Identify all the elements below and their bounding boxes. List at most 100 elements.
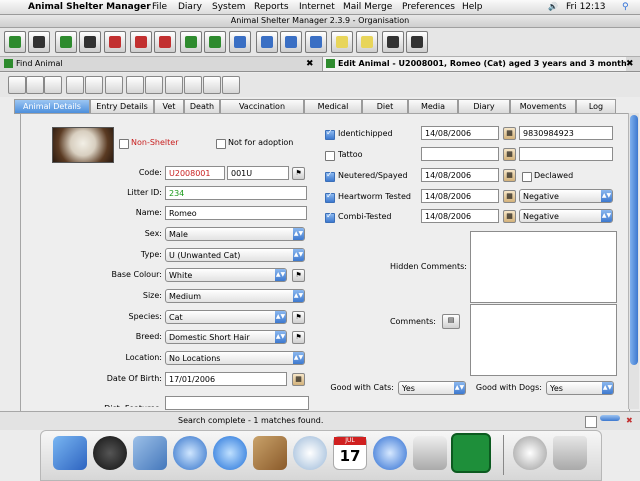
video-icon[interactable] bbox=[203, 76, 221, 94]
tab-log[interactable]: Log bbox=[576, 99, 616, 114]
animal-shelter-app-icon[interactable] bbox=[451, 433, 491, 473]
comments-template-icon[interactable]: ▤ bbox=[442, 314, 460, 329]
menu-system[interactable]: System bbox=[212, 1, 246, 13]
diary-icon[interactable] bbox=[406, 31, 428, 53]
heartworm-calendar-icon[interactable]: ▦ bbox=[503, 190, 516, 203]
tab-diary[interactable]: Diary bbox=[458, 99, 510, 114]
clone-icon[interactable] bbox=[44, 76, 62, 94]
heartworm-result-select[interactable]: Negative ▲▼ bbox=[519, 189, 613, 203]
itunes-icon[interactable] bbox=[293, 436, 327, 470]
tab-death[interactable]: Death bbox=[184, 99, 220, 114]
scrollbar-thumb[interactable] bbox=[630, 115, 638, 365]
new-owner-icon[interactable] bbox=[55, 31, 77, 53]
lost-found-icon[interactable] bbox=[104, 31, 126, 53]
tattoo-date[interactable] bbox=[421, 147, 499, 161]
heartworm-checkbox[interactable] bbox=[325, 191, 335, 203]
species-lookup-icon[interactable]: ⚑ bbox=[292, 311, 305, 324]
base-colour-select[interactable]: White ▲▼ bbox=[165, 268, 287, 282]
print-icon[interactable] bbox=[331, 31, 353, 53]
tab-animal-details[interactable]: Animal Details bbox=[14, 99, 90, 114]
diary-tasks-icon[interactable] bbox=[382, 31, 404, 53]
identichipped-calendar-icon[interactable]: ▦ bbox=[503, 127, 516, 140]
good-dogs-select[interactable]: Yes ▲▼ bbox=[546, 381, 614, 395]
tattoo-number[interactable] bbox=[519, 147, 613, 161]
menu-reports[interactable]: Reports bbox=[254, 1, 289, 13]
new-lost-animal-icon[interactable] bbox=[130, 31, 152, 53]
publish-petfinder-icon[interactable] bbox=[280, 31, 302, 53]
publish-web-icon[interactable] bbox=[256, 31, 278, 53]
colour-lookup-icon[interactable]: ⚑ bbox=[292, 269, 305, 282]
animal-photo[interactable] bbox=[52, 127, 114, 163]
tattoo-calendar-icon[interactable]: ▦ bbox=[503, 148, 516, 161]
code-field[interactable]: U2008001 bbox=[165, 166, 225, 180]
tag-icon[interactable] bbox=[356, 31, 378, 53]
declawed-checkbox[interactable] bbox=[522, 172, 532, 182]
mail-icon[interactable] bbox=[145, 76, 163, 94]
breed-lookup-icon[interactable]: ⚑ bbox=[292, 331, 305, 344]
dashboard-icon[interactable] bbox=[93, 436, 127, 470]
close-find-tab-icon[interactable]: ✖ bbox=[306, 57, 314, 71]
app-menu[interactable]: Animal Shelter Manager bbox=[28, 1, 151, 13]
species-select[interactable]: Cat ▲▼ bbox=[165, 310, 287, 324]
breed-select[interactable]: Domestic Short Hair ▲▼ bbox=[165, 330, 287, 344]
publish-internet-icon[interactable] bbox=[305, 31, 327, 53]
identichip-number[interactable]: 9830984923 bbox=[519, 126, 613, 140]
location-select[interactable]: No Locations ▲▼ bbox=[165, 351, 305, 365]
system-preferences-icon[interactable] bbox=[413, 436, 447, 470]
quicktime-icon[interactable] bbox=[373, 436, 407, 470]
tab-vet[interactable]: Vet bbox=[154, 99, 184, 114]
sex-select[interactable]: Male ▲▼ bbox=[165, 227, 305, 241]
combi-date[interactable]: 14/08/2006 bbox=[421, 209, 499, 223]
not-for-adoption-checkbox[interactable] bbox=[216, 139, 226, 149]
match-lost-found-icon[interactable] bbox=[229, 31, 251, 53]
delete-icon[interactable] bbox=[26, 76, 44, 94]
neutered-checkbox[interactable] bbox=[325, 170, 335, 182]
print-record-icon[interactable] bbox=[66, 76, 84, 94]
heartworm-date[interactable]: 14/08/2006 bbox=[421, 189, 499, 203]
find-owner-icon[interactable] bbox=[79, 31, 101, 53]
name-field[interactable]: Romeo bbox=[165, 206, 307, 220]
finder-icon[interactable] bbox=[53, 436, 87, 470]
menu-file[interactable]: File bbox=[152, 1, 167, 13]
calendar-icon[interactable] bbox=[105, 76, 123, 94]
volume-icon[interactable]: 🔊 bbox=[548, 1, 558, 13]
ical-icon[interactable]: JUL 17 bbox=[333, 436, 367, 470]
non-shelter-checkbox[interactable] bbox=[119, 139, 129, 149]
menu-help[interactable]: Help bbox=[462, 1, 483, 13]
match-icon[interactable] bbox=[165, 76, 183, 94]
tab-vaccination[interactable]: Vaccination bbox=[220, 99, 304, 114]
menu-preferences[interactable]: Preferences bbox=[402, 1, 455, 13]
spotlight-icon[interactable]: ⚲ bbox=[622, 1, 629, 13]
menu-diary[interactable]: Diary bbox=[178, 1, 202, 13]
document-icon[interactable] bbox=[85, 76, 103, 94]
combi-result-select[interactable]: Negative ▲▼ bbox=[519, 209, 613, 223]
neutered-calendar-icon[interactable]: ▦ bbox=[503, 169, 516, 182]
type-select[interactable]: U (Unwanted Cat) ▲▼ bbox=[165, 248, 305, 262]
tattoo-checkbox[interactable] bbox=[325, 151, 335, 161]
code-suffix-field[interactable]: 001U bbox=[227, 166, 289, 180]
generate-code-icon[interactable]: ⚑ bbox=[292, 167, 305, 180]
find-animal-icon[interactable] bbox=[28, 31, 50, 53]
trash-icon[interactable] bbox=[553, 436, 587, 470]
comments-field[interactable] bbox=[470, 304, 617, 376]
clock[interactable]: Fri 12:13 bbox=[566, 1, 606, 13]
safari-icon[interactable] bbox=[173, 436, 207, 470]
publish-icon[interactable] bbox=[184, 76, 202, 94]
find-lost-animal-icon[interactable] bbox=[154, 31, 176, 53]
litter-field[interactable]: 234 bbox=[165, 186, 307, 200]
menu-mail-merge[interactable]: Mail Merge bbox=[343, 1, 392, 13]
new-found-animal-icon[interactable] bbox=[180, 31, 202, 53]
frame-tab-find-animal[interactable]: Find Animal bbox=[4, 57, 316, 71]
menu-internet[interactable]: Internet bbox=[299, 1, 335, 13]
save-icon[interactable] bbox=[8, 76, 26, 94]
tab-movements[interactable]: Movements bbox=[510, 99, 576, 114]
ichat-icon[interactable] bbox=[213, 436, 247, 470]
dist-features-field[interactable] bbox=[165, 396, 309, 410]
tab-medical[interactable]: Medical bbox=[304, 99, 362, 114]
new-animal-icon[interactable] bbox=[4, 31, 26, 53]
tab-diet[interactable]: Diet bbox=[362, 99, 408, 114]
mail-app-icon[interactable] bbox=[133, 436, 167, 470]
owner-icon[interactable] bbox=[126, 76, 144, 94]
identichipped-checkbox[interactable] bbox=[325, 128, 335, 140]
combi-calendar-icon[interactable]: ▦ bbox=[503, 210, 516, 223]
